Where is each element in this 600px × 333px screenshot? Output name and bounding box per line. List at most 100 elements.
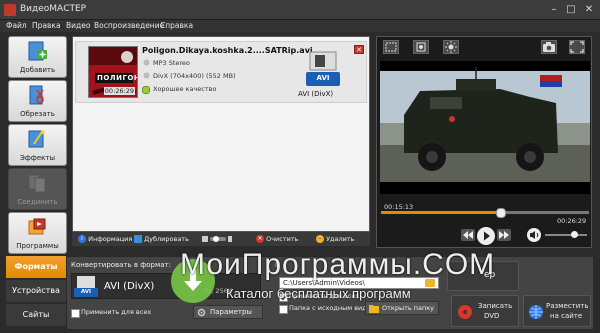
volume-handle[interactable] [571,231,578,238]
speaker-icon [530,231,539,239]
title-bar: ВидеоМАСТЕР – □ ✕ [0,0,600,20]
video-frame[interactable] [380,61,590,194]
audio-icon [143,59,150,66]
menu-file[interactable]: Файл [6,20,27,32]
sun-icon [445,41,457,53]
film-icon [306,51,340,86]
play-button[interactable] [477,227,495,245]
snapshot-button[interactable] [541,40,557,54]
format-selector-icon: AVI [74,276,98,297]
tab-sites[interactable]: Сайты [6,304,66,326]
effects-label: Эффекты [20,154,55,162]
dvd-disc-icon [458,305,472,319]
seek-bar[interactable] [381,208,589,218]
selected-format: AVI (DivX) [104,281,155,292]
open-folder-button[interactable]: Открыть папку [365,301,439,315]
rotate-button[interactable] [413,40,429,54]
forward-button[interactable] [497,229,511,241]
video-player: 00:15:13 00:26:29 [376,36,592,248]
play-icon [484,231,490,241]
publish-button[interactable]: Разместить на сайте [523,295,591,327]
fullscreen-icon [570,41,584,53]
audio-info: MP3 Stereo [153,59,190,67]
current-time: 00:15:13 [384,203,414,211]
duration-label: 00:26:29 [103,87,135,95]
gear-icon [197,308,206,317]
clear-button[interactable]: ✕ Очистить [256,234,298,244]
crop-button[interactable] [383,40,399,54]
params-button[interactable]: Параметры [193,305,263,319]
add-file-icon [28,41,47,61]
trim-button[interactable]: Обрезать [8,80,67,122]
video-thumbnail: ПОЛИГОН 00:26:29 [88,46,138,98]
rewind-button[interactable] [461,229,475,241]
volume-slider[interactable] [545,231,587,238]
menu-video[interactable]: Видео [66,20,90,32]
volume-button[interactable] [527,228,541,242]
view-toggle[interactable] [202,234,232,244]
trim-label: Обрезать [20,110,55,118]
watermark-title: МоиПрограммы.COM [180,248,496,281]
file-name: Poligon.Dikaya.koshka.2....SATRip.avi [142,46,313,55]
watermark-subtitle: Каталог бесплатных программ [226,286,411,301]
programs-button[interactable]: Программы [8,212,67,254]
minimize-button[interactable]: – [548,4,560,16]
burn-dvd-label-2: DVD [484,312,500,320]
clear-label: Очистить [266,235,299,243]
fullscreen-button[interactable] [569,40,585,54]
menu-edit[interactable]: Правка [32,20,61,32]
close-window-button[interactable]: ✕ [583,4,595,16]
tab-formats[interactable]: Форматы [6,256,66,278]
total-time: 00:26:29 [557,217,587,225]
join-button[interactable]: Соединить [8,168,67,210]
rewind-icon [463,231,473,239]
duplicate-label: Дублировать [144,235,189,243]
file-list: ПОЛИГОН 00:26:29 Poligon.Dikaya.koshka.2… [72,36,370,232]
video-icon [143,72,150,79]
brightness-button[interactable] [443,40,459,54]
effects-button[interactable]: Эффекты [8,124,67,166]
apply-all-label: Применить для всех [81,308,152,316]
file-item[interactable]: ПОЛИГОН 00:26:29 Poligon.Dikaya.koshka.2… [75,41,367,103]
publish-label-2: на сайте [550,312,583,320]
quality-indicator-icon [142,86,150,94]
tab-devices[interactable]: Устройства [6,280,66,302]
bottom-tabs: Форматы Устройства Сайты [6,256,66,328]
add-label: Добавить [19,66,56,74]
camera-icon [543,42,555,52]
sidebar: Добавить Обрезать Эффекты Соединить Прог… [8,36,68,254]
apply-all-checkbox[interactable] [71,309,80,318]
delete-label: Удалить [326,235,355,243]
info-button[interactable]: i Информация [78,234,132,244]
cut-icon [29,85,44,105]
same-folder-checkbox[interactable] [279,305,288,314]
quality-info: Хорошее качество [153,85,217,93]
clear-icon: ✕ [256,235,264,243]
video-preview-image [380,61,590,194]
menu-help[interactable]: Справка [160,20,193,32]
remove-file-button[interactable]: ✕ [354,45,364,54]
video-info: DivX (704x400) (552 MB) [153,72,236,80]
info-icon: i [78,235,86,243]
menu-playback[interactable]: Воспроизведение [94,20,164,32]
info-label: Информация [88,235,133,243]
burn-dvd-button[interactable]: Записать DVD [451,295,519,327]
menu-bar: Файл Правка Видео Воспроизведение Справк… [0,20,600,32]
duplicate-button[interactable]: Дублировать [134,234,189,244]
add-button[interactable]: Добавить [8,36,67,78]
output-format-label: AVI (DivX) [298,90,334,98]
maximize-button[interactable]: □ [565,4,577,16]
app-icon [4,4,16,16]
seek-handle[interactable] [495,208,506,218]
delete-button[interactable]: – Удалить [316,234,355,244]
forward-icon [499,231,509,239]
open-folder-label: Открыть папку [382,304,435,312]
thumbnail-title: ПОЛИГОН [97,74,138,82]
join-icon [28,174,46,193]
programs-icon [28,218,46,235]
params-label: Параметры [210,308,252,316]
same-folder-label: Папка с исходным видео [289,304,375,312]
join-label: Соединить [17,198,58,206]
view-toggle-icon [202,236,232,242]
output-format-icon[interactable]: AVI [306,50,340,90]
